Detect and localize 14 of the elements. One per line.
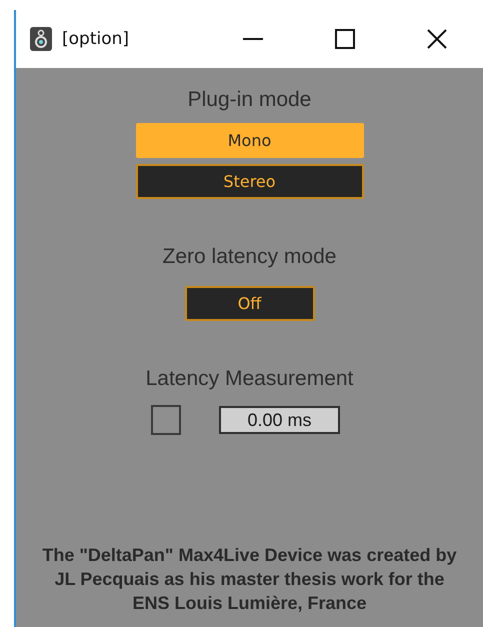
minimize-icon	[243, 38, 263, 40]
checkbox[interactable]	[151, 405, 181, 435]
close-icon	[427, 29, 447, 49]
number-field[interactable]: 0.00 ms	[219, 406, 340, 434]
window-title: [option]	[62, 29, 130, 49]
toggle-button[interactable]: Off	[184, 286, 314, 321]
section-title: Latency Measurement	[146, 367, 354, 391]
section-title: Zero latency mode	[162, 245, 336, 269]
maximize-icon	[335, 29, 355, 49]
speaker-icon	[30, 27, 52, 51]
credits-text: The "DeltaPan" Max4Live Device was created by JL Pecquais as his master thesis work for the ENS Louis Lumière, France	[42, 544, 457, 615]
mode-option[interactable]: Mono	[136, 123, 364, 158]
mode-option[interactable]: Stereo	[136, 164, 364, 199]
section-title: Plug-in mode	[188, 88, 312, 112]
